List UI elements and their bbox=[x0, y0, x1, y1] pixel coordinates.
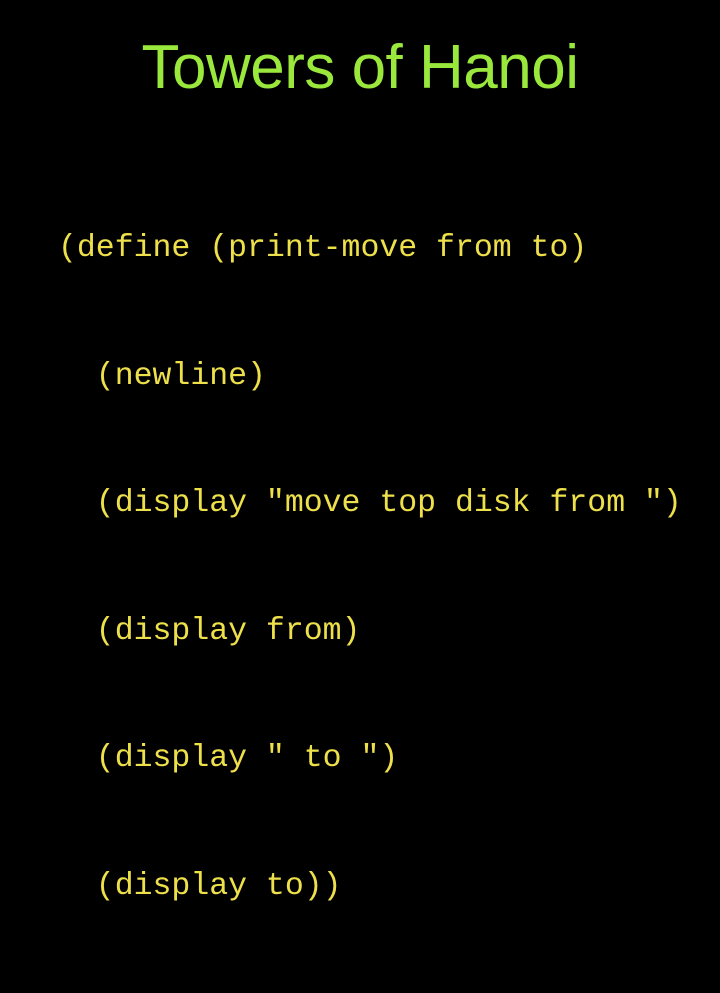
code-line: (define (print-move from to) bbox=[58, 231, 588, 266]
code-line: (display to)) bbox=[58, 868, 342, 904]
presentation-slide: Towers of Hanoi (define (print-move from… bbox=[0, 0, 720, 904]
code-line: (display from) bbox=[58, 613, 361, 649]
page-title: Towers of Hanoi bbox=[141, 33, 579, 102]
code-block: (define (print-move from to) (newline) (… bbox=[58, 143, 698, 993]
code-line: (newline) bbox=[58, 358, 266, 394]
code-line: (display "move top disk from ") bbox=[58, 486, 682, 521]
code-line: (display " to ") bbox=[58, 741, 399, 776]
